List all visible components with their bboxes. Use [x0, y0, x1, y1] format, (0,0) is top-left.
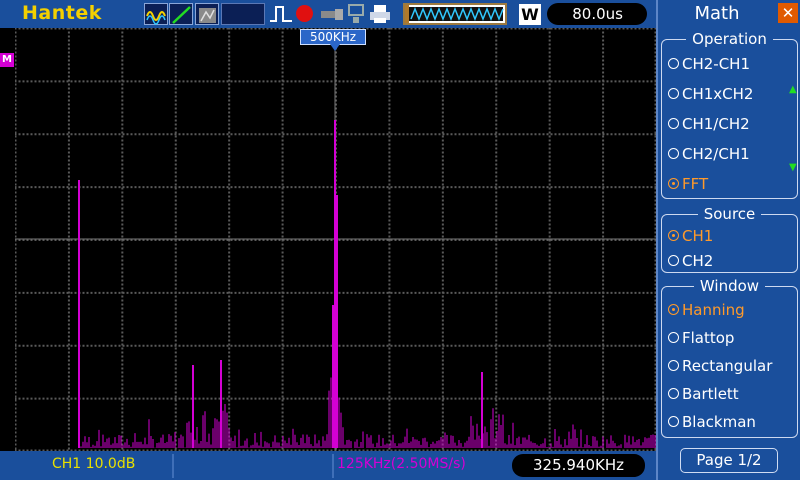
operation-option-ch2-div-ch1[interactable]: CH2/CH1 — [668, 145, 750, 163]
trigger-position-label[interactable]: 500KHz — [300, 29, 366, 45]
trigger-position-arrow — [330, 44, 340, 51]
scroll-up-icon[interactable]: ▲ — [789, 84, 797, 95]
status-blank — [221, 3, 265, 25]
operation-option-fft[interactable]: FFT — [668, 175, 708, 193]
timebase-display: 80.0us — [547, 3, 647, 25]
record-icon[interactable] — [296, 5, 313, 22]
window-group: Window Hanning Flattop Rectangular Bartl… — [661, 277, 798, 438]
wave-icon[interactable] — [144, 3, 168, 25]
window-option-blackman[interactable]: Blackman — [668, 413, 756, 431]
status-bar: CH1 10.0dB 125KHz(2.50MS/s) 325.940KHz — [0, 451, 656, 480]
operation-option-ch1-div-ch2[interactable]: CH1/CH2 — [668, 115, 750, 133]
source-option-ch1[interactable]: CH1 — [668, 227, 713, 245]
operation-title: Operation — [686, 30, 773, 48]
network-icon — [347, 3, 365, 25]
ch1-scale: CH1 10.0dB — [52, 456, 136, 472]
status-divider — [172, 454, 174, 478]
math-menu: Math ✕ Operation CH2-CH1 CH1xCH2 CH1/CH2… — [656, 0, 800, 480]
window-option-bartlett[interactable]: Bartlett — [668, 385, 739, 403]
spectrum-graph — [15, 28, 656, 451]
window-option-flattop[interactable]: Flattop — [668, 329, 734, 347]
printer-icon[interactable] — [368, 3, 392, 25]
sample-rate-info: 125KHz(2.50MS/s) — [337, 456, 466, 472]
page-button[interactable]: Page 1/2 — [680, 448, 778, 473]
window-option-hanning[interactable]: Hanning — [668, 301, 745, 319]
usb-icon — [320, 6, 344, 22]
source-title: Source — [697, 205, 762, 223]
brand-logo: Hantek — [22, 2, 102, 24]
operation-group: Operation CH2-CH1 CH1xCH2 CH1/CH2 CH2/CH… — [661, 30, 798, 199]
memory-depth-indicator — [403, 3, 507, 25]
status-divider — [332, 454, 334, 478]
trigger-mode-indicator: W — [519, 4, 541, 25]
slope-icon[interactable] — [169, 3, 193, 25]
operation-option-ch2-ch1[interactable]: CH2-CH1 — [668, 55, 750, 73]
top-bar: Hantek W 80.0us — [0, 0, 656, 28]
source-group: Source CH1 CH2 — [661, 205, 798, 273]
channel-marker-strip — [0, 28, 15, 451]
source-option-ch2[interactable]: CH2 — [668, 252, 713, 270]
window-title: Window — [693, 277, 766, 295]
cursor-frequency: 325.940KHz — [512, 454, 645, 477]
operation-option-ch1xch2[interactable]: CH1xCH2 — [668, 85, 753, 103]
close-icon[interactable]: ✕ — [778, 3, 798, 23]
math-channel-marker[interactable]: M — [0, 53, 14, 67]
window-option-rectangular[interactable]: Rectangular — [668, 357, 772, 375]
scroll-down-icon[interactable]: ▼ — [789, 162, 797, 173]
pulse-icon — [268, 3, 294, 25]
gray-icon[interactable] — [195, 3, 219, 25]
